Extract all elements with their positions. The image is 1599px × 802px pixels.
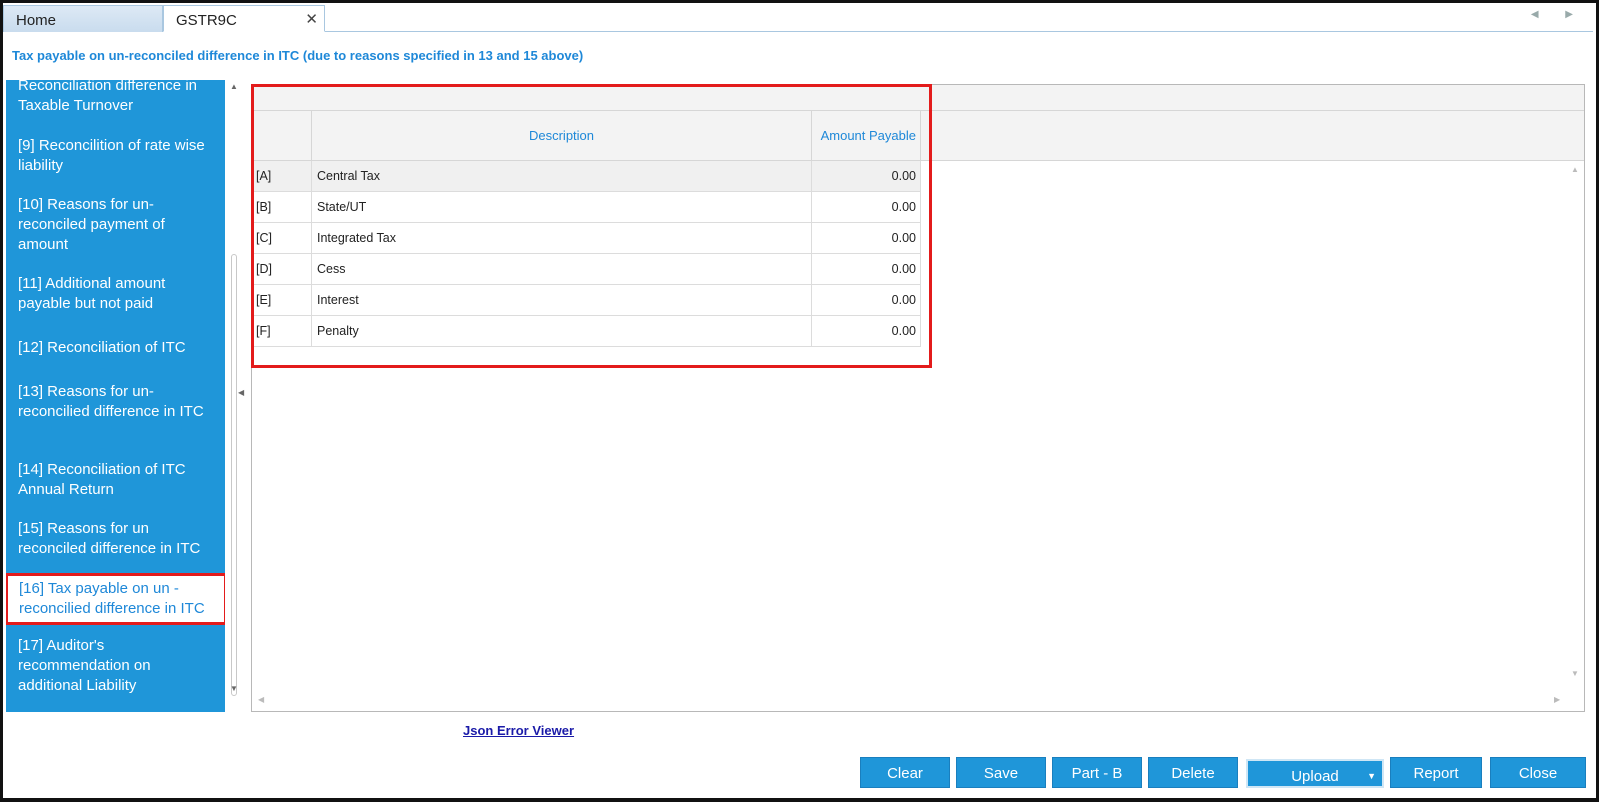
save-button[interactable]: Save	[956, 757, 1046, 788]
sidebar-item-16[interactable]: [16] Tax payable on un - reconcilied dif…	[6, 573, 225, 625]
part-b-button[interactable]: Part - B	[1052, 757, 1142, 788]
sidebar-item-14[interactable]: [14] Reconciliation of ITC Annual Return	[6, 460, 225, 500]
grid-horizontal-scrollbar[interactable]: ◀ ▶	[258, 695, 1568, 705]
row-amount-payable[interactable]: 0.00	[812, 285, 921, 316]
scroll-up-icon[interactable]: ▲	[1571, 165, 1579, 174]
clear-button[interactable]: Clear	[860, 757, 950, 788]
upload-label: Upload	[1291, 768, 1339, 785]
row-description: Integrated Tax	[312, 223, 812, 254]
sidebar-nav: Reconciliation difference in Taxable Tur…	[6, 80, 225, 712]
row-code: [C]	[252, 223, 312, 254]
sidebar-item-17[interactable]: [17] Auditor's recommendation on additio…	[6, 636, 225, 696]
row-amount-payable[interactable]: 0.00	[812, 161, 921, 192]
scroll-down-icon[interactable]: ▼	[230, 684, 238, 693]
row-amount-payable[interactable]: 0.00	[812, 223, 921, 254]
table-row[interactable]: [E] Interest 0.00	[252, 285, 921, 316]
tab-strip: Home GSTR9C ✕ ◀ ▶	[3, 3, 1593, 32]
sidebar-item-13[interactable]: [13] Reasons for un-reconcilied differen…	[6, 382, 225, 422]
report-button[interactable]: Report	[1390, 757, 1482, 788]
scroll-left-icon[interactable]: ◀	[258, 695, 264, 704]
scroll-down-icon[interactable]: ▼	[1571, 669, 1579, 678]
table-row[interactable]: [F] Penalty 0.00	[252, 316, 921, 347]
scroll-right-icon[interactable]: ▶	[1554, 695, 1560, 704]
grid-group-band	[252, 85, 1584, 111]
tab-gstr9c-label: GSTR9C	[176, 12, 237, 29]
sidebar-item-8[interactable]: Reconciliation difference in Taxable Tur…	[6, 80, 225, 116]
close-icon[interactable]: ✕	[305, 10, 318, 28]
row-description: Interest	[312, 285, 812, 316]
sidebar-item-9[interactable]: [9] Reconcilition of rate wise liability	[6, 136, 225, 176]
tab-home-label: Home	[16, 12, 57, 29]
sidebar-item-15[interactable]: [15] Reasons for un reconciled differenc…	[6, 519, 225, 559]
row-description: State/UT	[312, 192, 812, 223]
upload-dropdown-button[interactable]: Upload ▼	[1246, 759, 1384, 788]
close-button[interactable]: Close	[1490, 757, 1586, 788]
tax-payable-grid: Description Amount Payable [A] Central T…	[251, 84, 1585, 712]
row-description: Penalty	[312, 316, 812, 347]
table-row[interactable]: [D] Cess 0.00	[252, 254, 921, 285]
column-header-code[interactable]	[252, 111, 312, 161]
chevron-down-icon[interactable]: ▼	[1367, 761, 1376, 792]
grid-vertical-scrollbar[interactable]: ▲ ▼	[1570, 165, 1580, 685]
collapse-left-icon[interactable]: ◀	[238, 388, 244, 397]
row-description: Cess	[312, 254, 812, 285]
tab-scroll-arrows-icon[interactable]: ◀ ▶	[1531, 9, 1585, 20]
column-header-description[interactable]: Description	[312, 111, 812, 161]
scrollbar-thumb[interactable]	[231, 254, 237, 696]
table-row[interactable]: [B] State/UT 0.00	[252, 192, 921, 223]
row-code: [A]	[252, 161, 312, 192]
tab-home[interactable]: Home	[3, 5, 163, 32]
row-description: Central Tax	[312, 161, 812, 192]
row-code: [B]	[252, 192, 312, 223]
row-code: [D]	[252, 254, 312, 285]
grid-header: Description Amount Payable	[252, 111, 1584, 161]
delete-button[interactable]: Delete	[1148, 757, 1238, 788]
table-row[interactable]: [A] Central Tax 0.00	[252, 161, 921, 192]
sidebar-item-12[interactable]: [12] Reconciliation of ITC	[6, 338, 225, 358]
section-heading: Tax payable on un-reconciled difference …	[12, 48, 584, 63]
row-amount-payable[interactable]: 0.00	[812, 254, 921, 285]
scroll-up-icon[interactable]: ▲	[230, 82, 238, 91]
column-header-amount-payable[interactable]: Amount Payable	[812, 111, 921, 161]
table-row[interactable]: [C] Integrated Tax 0.00	[252, 223, 921, 254]
row-amount-payable[interactable]: 0.00	[812, 316, 921, 347]
row-code: [F]	[252, 316, 312, 347]
sidebar-item-10[interactable]: [10] Reasons for un-reconciled payment o…	[6, 195, 225, 255]
row-amount-payable[interactable]: 0.00	[812, 192, 921, 223]
row-code: [E]	[252, 285, 312, 316]
sidebar-item-11[interactable]: [11] Additional amount payable but not p…	[6, 274, 225, 314]
json-error-viewer-link[interactable]: Json Error Viewer	[463, 723, 574, 738]
tab-gstr9c[interactable]: GSTR9C ✕	[163, 5, 325, 32]
